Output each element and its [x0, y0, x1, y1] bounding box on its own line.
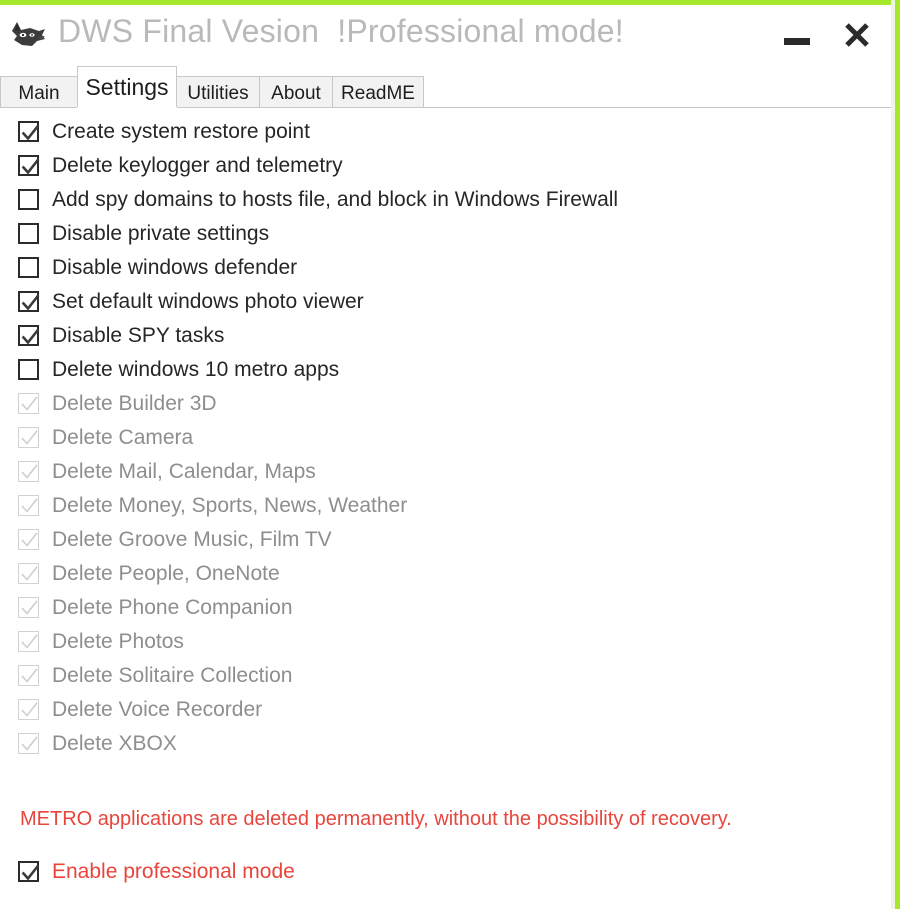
- checkbox-row-delete-money-sports-news-weather: Delete Money, Sports, News, Weather: [18, 490, 407, 520]
- checkbox-row-delete-people-onenote: Delete People, OneNote: [18, 558, 280, 588]
- checkbox-unchecked-icon: [18, 188, 39, 210]
- checkbox-unchecked-icon: [18, 256, 39, 278]
- checkbox-checked-icon: [18, 860, 40, 882]
- title-bar: DWS Final Vesion !Professional mode!: [0, 5, 891, 67]
- tab-readme[interactable]: ReadME: [332, 76, 424, 107]
- settings-panel: Create system restore point Delete keylog…: [0, 108, 891, 909]
- checkbox-row-delete-mail-calendar-maps: Delete Mail, Calendar, Maps: [18, 456, 316, 486]
- checkbox-label: Create system restore point: [52, 119, 310, 143]
- tab-settings[interactable]: Settings: [77, 66, 177, 107]
- metro-warning-text: METRO applications are deleted permanent…: [20, 808, 732, 830]
- checkbox-label: Disable SPY tasks: [52, 323, 225, 347]
- checkbox-checked-icon: [18, 698, 39, 720]
- checkbox-checked-icon: [18, 120, 40, 142]
- checkbox-checked-icon: [18, 596, 39, 618]
- checkbox-row-delete-photos: Delete Photos: [18, 626, 184, 656]
- checkbox-label: Delete Phone Companion: [52, 595, 293, 619]
- close-button[interactable]: [837, 15, 877, 55]
- checkbox-checked-icon: [18, 154, 40, 176]
- window-border-right: [895, 0, 900, 909]
- checkbox-label: Delete keylogger and telemetry: [52, 153, 343, 177]
- checkbox-label: Delete Money, Sports, News, Weather: [52, 493, 408, 517]
- wolf-head-icon: [8, 19, 48, 55]
- window-title: DWS Final Vesion !Professional mode!: [58, 13, 624, 49]
- checkbox-label: Delete Groove Music, Film TV: [52, 527, 332, 551]
- checkbox-checked-icon: [18, 324, 40, 346]
- checkbox-row-disable-windows-defender[interactable]: Disable windows defender: [18, 252, 297, 282]
- checkbox-row-delete-voice-recorder: Delete Voice Recorder: [18, 694, 262, 724]
- checkbox-checked-icon: [18, 630, 39, 652]
- checkbox-unchecked-icon: [18, 222, 39, 244]
- checkbox-checked-icon: [18, 392, 39, 414]
- checkbox-row-delete-groove-music-film-tv: Delete Groove Music, Film TV: [18, 524, 332, 554]
- checkbox-checked-icon: [18, 562, 39, 584]
- checkbox-row-delete-xbox: Delete XBOX: [18, 728, 177, 758]
- checkbox-checked-icon: [18, 528, 39, 550]
- tab-utilities[interactable]: Utilities: [176, 76, 260, 107]
- checkbox-label: Delete People, OneNote: [52, 561, 280, 585]
- checkbox-row-create-system-restore-point[interactable]: Create system restore point: [18, 116, 310, 146]
- checkbox-label: Add spy domains to hosts file, and block…: [52, 187, 619, 211]
- checkbox-row-delete-windows-10-metro-apps[interactable]: Delete windows 10 metro apps: [18, 354, 339, 384]
- checkbox-label: Delete Mail, Calendar, Maps: [52, 459, 316, 483]
- checkbox-checked-icon: [18, 426, 39, 448]
- checkbox-row-disable-spy-tasks[interactable]: Disable SPY tasks: [18, 320, 224, 350]
- minimize-button[interactable]: [779, 15, 815, 55]
- close-icon: [845, 23, 869, 47]
- checkbox-row-set-default-windows-photo-viewer[interactable]: Set default windows photo viewer: [18, 286, 364, 316]
- minimize-icon: [784, 37, 810, 45]
- checkbox-checked-icon: [18, 460, 39, 482]
- checkbox-unchecked-icon: [18, 358, 39, 380]
- checkbox-label: Delete Solitaire Collection: [52, 663, 293, 687]
- checkbox-label: Delete Camera: [52, 425, 194, 449]
- checkbox-row-enable-professional-mode[interactable]: Enable professional mode: [18, 856, 295, 886]
- checkbox-row-delete-solitaire-collection: Delete Solitaire Collection: [18, 660, 292, 690]
- checkbox-checked-icon: [18, 732, 39, 754]
- checkbox-label: Delete Photos: [52, 629, 184, 653]
- window-controls: [779, 15, 877, 55]
- checkbox-row-add-spy-domains-to-hosts-file-and-block-in-windows-firewall[interactable]: Add spy domains to hosts file, and block…: [18, 184, 618, 214]
- checkbox-label: Enable professional mode: [52, 859, 295, 883]
- checkbox-label: Delete XBOX: [52, 731, 177, 755]
- tab-main[interactable]: Main: [0, 76, 78, 107]
- checkbox-label: Delete Builder 3D: [52, 391, 217, 415]
- checkbox-checked-icon: [18, 664, 39, 686]
- tab-bar: Main Settings Utilities About ReadME: [0, 66, 891, 108]
- tab-about[interactable]: About: [259, 76, 333, 107]
- checkbox-label: Delete windows 10 metro apps: [52, 357, 340, 381]
- checkbox-checked-icon: [18, 290, 40, 312]
- checkbox-row-delete-phone-companion: Delete Phone Companion: [18, 592, 293, 622]
- checkbox-label: Disable windows defender: [52, 255, 298, 279]
- checkbox-row-delete-camera: Delete Camera: [18, 422, 193, 452]
- app-window: DWS Final Vesion !Professional mode! Mai…: [0, 0, 900, 909]
- checkbox-label: Disable private settings: [52, 221, 270, 245]
- checkbox-label: Set default windows photo viewer: [52, 289, 364, 313]
- checkbox-row-delete-builder-3d: Delete Builder 3D: [18, 388, 217, 418]
- checkbox-label: Delete Voice Recorder: [52, 697, 263, 721]
- checkbox-row-delete-keylogger-and-telemetry[interactable]: Delete keylogger and telemetry: [18, 150, 343, 180]
- checkbox-row-disable-private-settings[interactable]: Disable private settings: [18, 218, 269, 248]
- checkbox-checked-icon: [18, 494, 39, 516]
